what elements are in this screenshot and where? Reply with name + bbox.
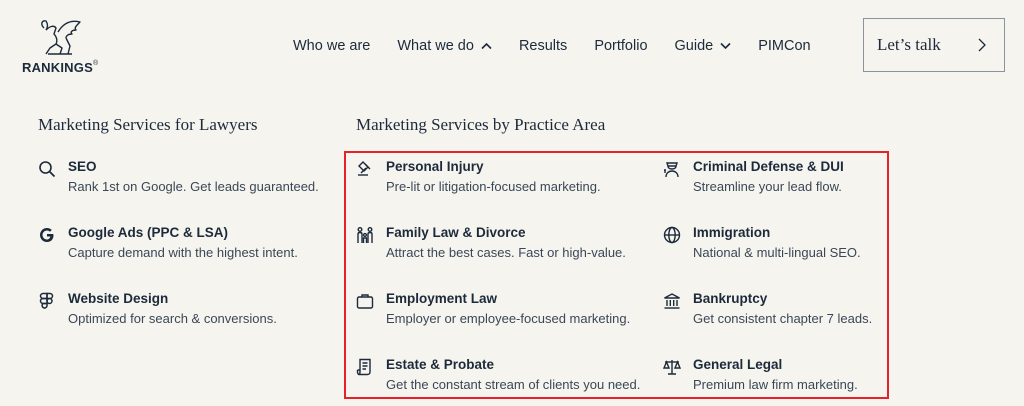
nav-portfolio[interactable]: Portfolio (594, 38, 647, 54)
practice-title: Immigration (693, 225, 771, 240)
chevron-up-icon (481, 42, 492, 50)
nav-results[interactable]: Results (519, 38, 567, 54)
practice-title: Employment Law (386, 291, 498, 306)
site-header: RANKINGS® Who we are What we do Results … (0, 0, 1024, 100)
nav-label: What we do (397, 38, 474, 54)
practice-desc: Pre-lit or litigation-focused marketing. (386, 179, 601, 194)
service-title: Google Ads (PPC & LSA) (68, 225, 229, 240)
nav-label: Who we are (293, 38, 371, 54)
main-nav: Who we are What we do Results Portfolio … (293, 38, 838, 54)
search-icon (38, 160, 56, 178)
nav-label: Portfolio (594, 38, 648, 54)
practice-desc: Get the constant stream of clients you n… (386, 377, 641, 392)
nav-label: PIMCon (758, 38, 811, 54)
bank-icon (663, 292, 681, 310)
practice-desc: Streamline your lead flow. (693, 179, 842, 194)
document-icon (356, 358, 374, 376)
practice-desc: Premium law firm marketing. (693, 377, 858, 392)
briefcase-icon (356, 292, 374, 310)
practice-desc: National & multi-lingual SEO. (693, 245, 861, 260)
practice-desc: Get consistent chapter 7 leads. (693, 311, 873, 326)
practice-title: Personal Injury (386, 159, 484, 174)
service-desc: Optimized for search & conversions. (68, 311, 277, 326)
practice-title: Family Law & Divorce (386, 225, 526, 240)
globe-icon (663, 226, 681, 244)
google-icon (38, 226, 56, 244)
practice-title: Bankruptcy (693, 291, 768, 306)
rankings-logo[interactable]: RANKINGS® (22, 18, 104, 76)
practice-desc: Attract the best cases. Fast or high-val… (386, 245, 626, 260)
services-heading: Marketing Services for Lawyers (38, 115, 258, 134)
scales-icon (663, 358, 681, 376)
practice-title: General Legal (693, 357, 783, 372)
chevron-down-icon (720, 42, 731, 50)
nav-label: Results (518, 38, 568, 54)
nav-pimcon[interactable]: PIMCon (758, 38, 810, 54)
nav-what-we-do[interactable]: What we do (397, 38, 492, 54)
figma-icon (38, 292, 56, 310)
practice-title: Criminal Defense & DUI (693, 159, 844, 174)
nav-who-we-are[interactable]: Who we are (293, 38, 370, 54)
cta-label: Let’s talk (877, 35, 941, 54)
family-icon (356, 226, 374, 244)
officer-icon (663, 160, 681, 178)
nav-label: Guide (674, 38, 714, 54)
service-desc: Rank 1st on Google. Get leads guaranteed… (68, 179, 319, 194)
chevron-right-icon (978, 38, 986, 52)
logo-wordmark: RANKINGS® (22, 60, 99, 75)
service-desc: Capture demand with the highest intent. (68, 245, 298, 260)
practice-desc: Employer or employee-focused marketing. (386, 311, 631, 326)
practice-title: Estate & Probate (386, 357, 495, 372)
griffin-logo-icon (41, 20, 81, 55)
service-title: SEO (68, 159, 97, 174)
practice-heading: Marketing Services by Practice Area (356, 115, 606, 134)
service-title: Website Design (68, 291, 169, 306)
lets-talk-button[interactable]: Let’s talk (863, 18, 1005, 72)
gavel-icon (356, 160, 374, 178)
nav-guide[interactable]: Guide (675, 38, 732, 54)
